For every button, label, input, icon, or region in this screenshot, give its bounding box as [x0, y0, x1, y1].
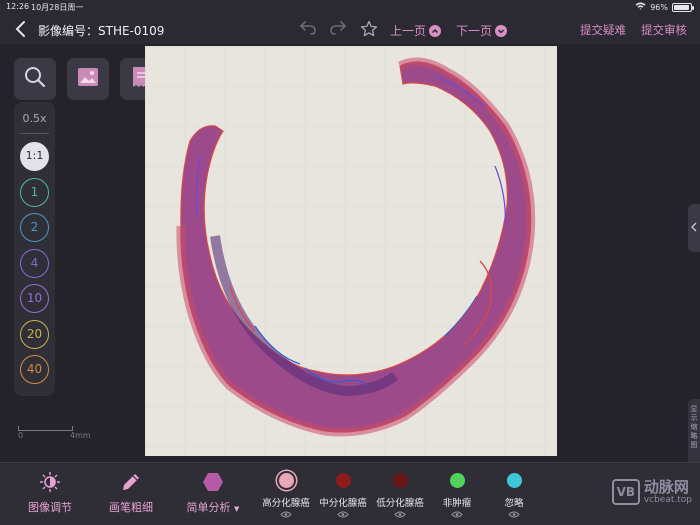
thumbnail-toggle-tab[interactable]: 显示缩略图 [688, 399, 700, 465]
search-icon [24, 66, 46, 92]
image-button[interactable] [67, 58, 109, 100]
redo-icon[interactable] [328, 20, 348, 40]
pen-width-button[interactable]: 画笔粗细 [108, 471, 154, 515]
chevron-down-icon [495, 24, 508, 37]
status-date: 10月28日周一 [31, 3, 84, 12]
watermark-text: 动脉网 [643, 478, 689, 496]
eye-icon[interactable] [425, 511, 489, 521]
zoom-level-label: 0.5x [22, 112, 47, 125]
star-icon[interactable] [359, 20, 379, 40]
label-item-5[interactable]: 忽略 [482, 473, 546, 521]
zoom-divider [20, 133, 49, 134]
submit-question-button[interactable]: 提交疑难 [580, 22, 626, 38]
collapse-panel-tab[interactable] [688, 204, 700, 252]
label-name: 中分化腺癌 [319, 498, 367, 509]
dropdown-caret-icon: ▼ [234, 505, 240, 513]
label-item-3[interactable]: 低分化腺癌 [368, 473, 432, 521]
battery-icon [672, 2, 694, 12]
scale-start: 0 [18, 431, 24, 440]
watermark-sub: vcbeat.top [643, 495, 692, 505]
label-color-swatch [449, 473, 465, 488]
main-area: 0.5x 1:1 1 2 4 10 20 40 0 4mm 显示缩略图 [0, 44, 700, 465]
back-chevron-icon[interactable] [14, 20, 30, 38]
zoom-option-6[interactable]: 20 [20, 319, 49, 349]
simple-analysis-label: 简单分析 ▼ [186, 501, 240, 514]
eye-icon[interactable] [254, 511, 318, 521]
label-color-swatch [335, 473, 351, 488]
status-bar: 12:26 10月28日周一 96% [0, 0, 700, 14]
search-button[interactable] [14, 58, 56, 100]
scale-line [18, 426, 73, 431]
prev-page-label: 上一页 [390, 24, 427, 38]
pen-width-label: 画笔粗细 [109, 501, 153, 514]
bottom-toolbar: 图像调节 画笔粗细 简单分析 ▼ 高分化腺癌 中分化腺癌 低分化腺癌 非肿瘤 忽略 VB… [0, 462, 700, 525]
label-color-swatch [392, 473, 408, 488]
label-item-4[interactable]: 非肿瘤 [425, 473, 489, 521]
image-icon [77, 67, 99, 91]
zoom-option-2[interactable]: 1 [20, 177, 49, 207]
slide-id-title: 影像编号：STHE-0109 [38, 24, 165, 38]
scale-bar: 0 4mm [18, 426, 98, 440]
thumbnail-toggle-label: 显示缩略图 [690, 405, 698, 449]
brightness-icon [39, 471, 61, 493]
undo-icon[interactable] [298, 20, 318, 40]
eye-icon[interactable] [368, 511, 432, 521]
label-item-1[interactable]: 高分化腺癌 [254, 473, 318, 521]
label-name: 忽略 [504, 498, 524, 509]
zoom-option-4[interactable]: 4 [20, 248, 49, 278]
pen-icon [120, 471, 142, 493]
status-right: 96% [635, 2, 694, 12]
zoom-rail: 0.5x 1:1 1 2 4 10 20 40 [14, 102, 55, 396]
eye-icon[interactable] [311, 511, 375, 521]
label-color-swatch [506, 473, 522, 488]
next-page-label: 下一页 [456, 24, 493, 38]
battery-percent: 96% [650, 2, 668, 12]
scale-end: 4mm [70, 431, 91, 440]
zoom-option-3[interactable]: 2 [20, 213, 49, 242]
zoom-option-1[interactable]: 1:1 [20, 142, 49, 171]
status-time: 12:26 [6, 2, 30, 11]
next-page-button[interactable]: 下一页 [456, 22, 508, 39]
prev-page-button[interactable]: 上一页 [390, 22, 442, 39]
wifi-icon [635, 2, 646, 12]
tissue-image [145, 46, 557, 456]
zoom-option-7[interactable]: 40 [20, 355, 49, 384]
label-item-2[interactable]: 中分化腺癌 [311, 473, 375, 521]
watermark-logo: VB [611, 479, 640, 505]
top-navigation: 影像编号：STHE-0109 上一页 下一页 提交疑难 提交审核 [0, 14, 700, 44]
image-adjust-label: 图像调节 [28, 501, 72, 514]
slide-viewer[interactable] [145, 46, 557, 456]
image-adjust-button[interactable]: 图像调节 [28, 471, 72, 515]
label-name: 低分化腺癌 [376, 498, 424, 509]
label-color-swatch [278, 473, 294, 488]
hexagon-icon [202, 471, 224, 493]
zoom-option-5[interactable]: 10 [20, 284, 49, 313]
simple-analysis-button[interactable]: 简单分析 ▼ [183, 471, 243, 515]
label-name: 非肿瘤 [442, 498, 472, 509]
submit-review-button[interactable]: 提交审核 [641, 22, 687, 38]
eye-icon[interactable] [482, 511, 546, 521]
label-name: 高分化腺癌 [262, 498, 310, 509]
chevron-up-icon [429, 24, 442, 37]
watermark: VB 动脉网 vcbeat.top [611, 478, 692, 505]
